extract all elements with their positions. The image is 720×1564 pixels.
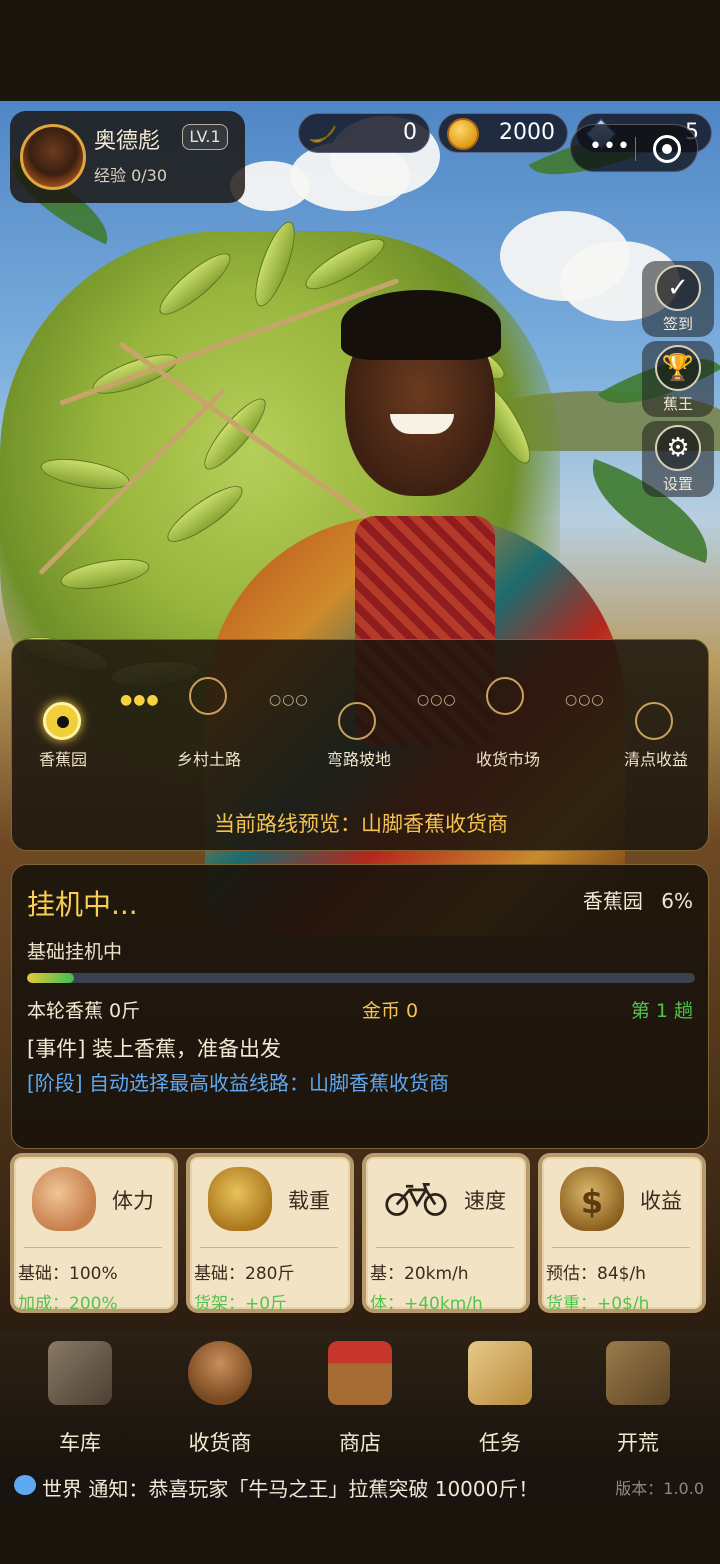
round-gold: 金币 0 [362,1000,419,1022]
route-label-banana-garden: 香蕉园 [39,750,88,769]
banana-icon [307,118,339,150]
world-notice-bar[interactable]: 世界 通知：恭喜玩家「牛马之王」拉蕉突破 10000斤！ 版本：1.0.0 [0,1467,720,1507]
trip-count: 第 1 趟 [630,1000,693,1022]
event-log: [事件] 装上香蕉，准备出发 [27,1037,282,1061]
idle-mode: 基础挂机中 [27,941,123,963]
leaderboard-button[interactable]: 🏆 蕉王 [642,341,714,417]
player-name: 奥德彪 [94,129,161,154]
checkmark-icon: ✓ [655,265,701,311]
garage-icon [48,1341,112,1405]
route-node-settle[interactable] [635,702,673,740]
nav-shop[interactable]: 商店 [300,1331,420,1467]
shop-stall-icon [328,1341,392,1405]
idle-title: 挂机中... [27,888,138,921]
gear-icon: ⚙ [655,425,701,471]
load-card[interactable]: 载重 基础：280斤 货架：+0斤 [186,1153,354,1314]
nav-tasks-label: 任务 [479,1431,521,1455]
settings-button[interactable]: ⚙ 设置 [642,421,714,497]
gold-counter[interactable]: 2000 [438,113,568,153]
route-preview-text: 当前路线预览：山脚香蕉收货商 [214,812,508,836]
income-card[interactable]: $ 收益 预估：84$/h 货重：+0$/h [538,1153,706,1314]
divider [200,1247,338,1248]
route-label-market: 收货市场 [476,750,541,769]
bicycle-icon [384,1167,448,1231]
more-options-icon[interactable]: ••• [589,134,631,159]
route-label-country-road: 乡村土路 [177,750,242,769]
load-title: 载重 [288,1189,330,1213]
nav-reclaim-label: 开荒 [617,1431,659,1455]
nav-shop-label: 商店 [339,1431,381,1455]
buyer-icon [188,1341,252,1405]
nav-buyer-label: 收货商 [188,1431,252,1455]
version-text: 版本：1.0.0 [615,1479,704,1498]
route-dots: ○○○ [417,692,457,708]
route-label-slope: 弯路坡地 [327,750,392,769]
progress-bar [27,973,695,983]
route-node-country-road[interactable] [189,677,227,715]
capsule-divider [635,137,636,161]
close-target-icon[interactable] [653,135,681,163]
checkin-button[interactable]: ✓ 签到 [642,261,714,337]
idle-status-panel: 挂机中... 香蕉园 6% 基础挂机中 本轮香蕉 0斤 金币 0 第 1 趟 [… [11,864,709,1149]
income-title: 收益 [640,1189,682,1213]
flexed-arm-icon [32,1167,96,1231]
banana-count: 0 [403,120,417,145]
gold-coin-icon [447,118,479,150]
route-label-settle: 清点收益 [624,750,689,769]
experience-text: 经验 0/30 [94,166,168,185]
sack-icon [208,1167,272,1231]
stage-percent: 6% [661,889,693,913]
divider [376,1247,514,1248]
avatar[interactable] [20,124,86,190]
speed-base: 基：20km/h [370,1264,469,1284]
nav-garage-label: 车库 [59,1431,101,1455]
level-badge: LV.1 [182,124,228,150]
chat-bubble-icon [14,1475,36,1495]
stamina-card[interactable]: 体力 基础：100% 加成：200% [10,1153,178,1314]
nav-reclaim[interactable]: 开荒 [578,1331,698,1467]
nav-buyer[interactable]: 收货商 [160,1331,280,1467]
mini-program-capsule[interactable]: ••• [570,124,698,172]
bottom-safe-area [0,1507,720,1564]
bottom-navigation: 车库 收货商 商店 任务 开荒 [0,1331,720,1467]
progress-fill [27,973,74,983]
settings-label: 设置 [662,475,693,493]
route-node-slope[interactable] [338,702,376,740]
notice-text: 世界 通知：恭喜玩家「牛马之王」拉蕉突破 10000斤！ [42,1477,539,1501]
divider [24,1247,162,1248]
player-info-panel[interactable]: 奥德彪 LV.1 经验 0/30 [10,111,245,203]
round-bananas: 本轮香蕉 0斤 [27,1000,141,1022]
money-bag-icon: $ [560,1167,624,1231]
speed-card[interactable]: 速度 基：20km/h 体：+40km/h [362,1153,530,1314]
load-bonus: 货架：+0斤 [194,1294,288,1314]
stage-location: 香蕉园 [582,889,643,913]
route-progress-dots: ●●● [120,692,160,708]
nav-tasks[interactable]: 任务 [440,1331,560,1467]
tools-icon [606,1341,670,1405]
leaderboard-label: 蕉王 [662,395,693,413]
status-bar-area [0,0,720,101]
banana-counter[interactable]: 0 [298,113,430,153]
route-dots: ○○○ [269,692,309,708]
nav-garage[interactable]: 车库 [20,1331,140,1467]
route-panel: 香蕉园 ●●● 乡村土路 ○○○ 弯路坡地 ○○○ 收货市场 ○○○ 清点收益 … [11,639,709,851]
route-dots: ○○○ [565,692,605,708]
route-node-market[interactable] [486,677,524,715]
stamina-title: 体力 [112,1189,154,1213]
income-estimate: 预估：84$/h [546,1264,646,1284]
speed-title: 速度 [464,1189,506,1213]
checkin-label: 签到 [662,315,693,333]
speed-bonus: 体：+40km/h [370,1294,483,1314]
income-bonus: 货重：+0$/h [546,1294,650,1314]
divider [552,1247,690,1248]
gold-count: 2000 [499,120,555,145]
stage-progress: 香蕉园 6% [583,885,693,914]
route-node-banana-garden[interactable] [43,702,81,740]
phase-log: [阶段] 自动选择最高收益线路：山脚香蕉收货商 [27,1071,449,1095]
trophy-icon: 🏆 [655,345,701,391]
stamina-base: 基础：100% [18,1264,118,1284]
stamina-bonus: 加成：200% [18,1294,118,1314]
load-base: 基础：280斤 [194,1264,295,1284]
scroll-task-icon [468,1341,532,1405]
